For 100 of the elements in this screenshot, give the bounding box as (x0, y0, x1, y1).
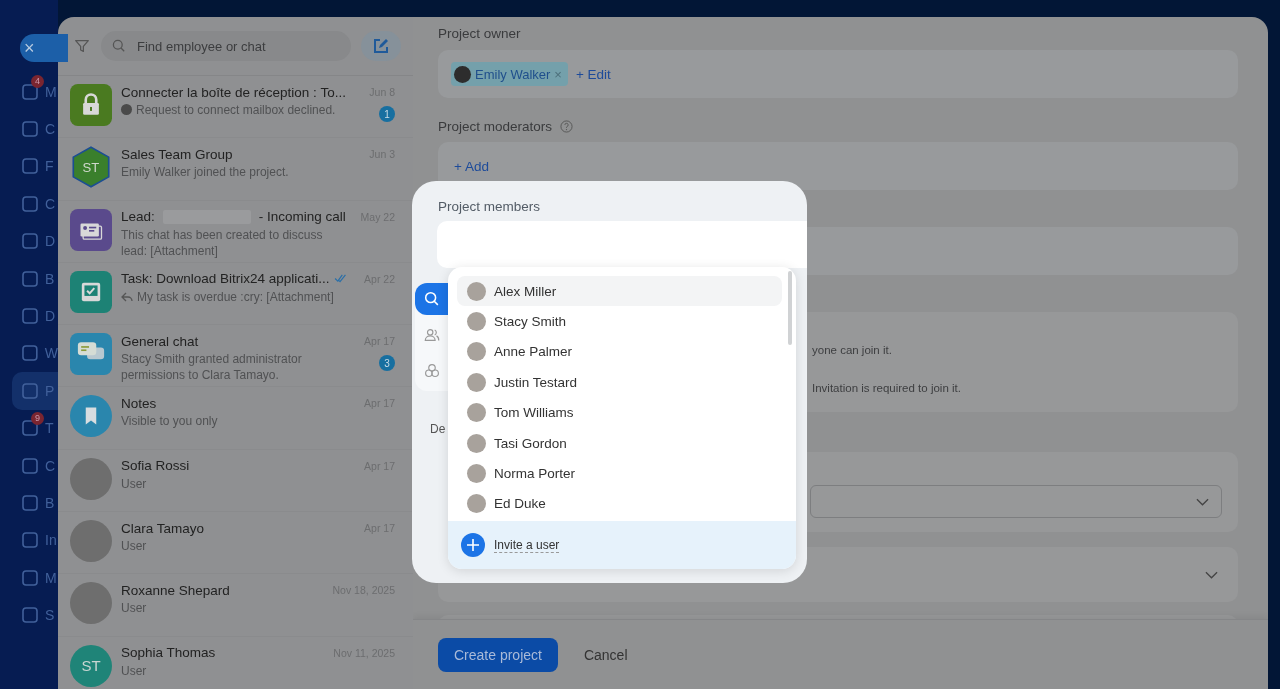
chat-preview: This chat has been created to discuss lead: [Attachment] (121, 226, 324, 259)
sidebar-item[interactable]: In (0, 521, 58, 560)
avatar (467, 403, 486, 423)
user-option[interactable]: Anne Palmer (457, 336, 782, 368)
field-label: De (430, 422, 446, 436)
chat-bubbles-avatar-icon (70, 333, 112, 376)
help-icon[interactable] (560, 119, 574, 133)
plus-icon (461, 533, 485, 557)
sidebar-item[interactable]: F (0, 147, 58, 186)
scrollbar[interactable] (788, 271, 792, 345)
sidebar-item[interactable]: M 4 (0, 73, 58, 111)
chat-preview: User (121, 662, 147, 679)
user-option[interactable]: Norma Porter (457, 458, 782, 489)
chat-title: General chat (121, 333, 199, 349)
avatar (467, 281, 486, 301)
app-icon (20, 193, 40, 214)
app-icon (20, 343, 40, 364)
chat-title: - Incoming call (258, 209, 346, 225)
members-input-field[interactable] (437, 221, 807, 268)
search-box[interactable]: Find employee or chat (101, 31, 351, 61)
sidebar-item[interactable]: T 9 (0, 409, 58, 447)
edit-link[interactable]: + Edit (575, 66, 611, 82)
people-icon (422, 326, 441, 344)
chevron-down-icon (1196, 497, 1209, 506)
notification-badge: 4 (31, 75, 44, 88)
chat-title: Task: Download Bitrix24 applicati... (121, 271, 330, 287)
app-icon (20, 119, 40, 140)
avatar (70, 582, 112, 625)
invite-user-button[interactable]: Invite a user (448, 521, 796, 569)
sidebar-item[interactable]: S (0, 596, 58, 634)
avatar (70, 457, 112, 500)
user-option[interactable]: Ed Duke (457, 488, 782, 520)
chat-title: Sales Team Group (121, 146, 233, 162)
app-icon (20, 605, 40, 626)
option-description: Invitation is required to join it. (812, 382, 962, 394)
sidebar-item[interactable]: C (0, 446, 58, 485)
task-avatar-icon (70, 270, 112, 313)
chat-title: Notes (121, 396, 157, 411)
sidebar-item[interactable]: D (0, 222, 58, 260)
field-label: Project members (438, 199, 541, 214)
chat-title: Lead: (121, 209, 155, 225)
search-field[interactable]: Find employee or chat (135, 37, 339, 55)
initials-avatar: ST (70, 644, 112, 687)
chat-preview: Visible to you only (121, 413, 218, 430)
user-option[interactable]: Alex Miller (457, 276, 782, 307)
avatar (467, 494, 486, 514)
sidebar-item[interactable]: D (0, 297, 58, 335)
user-option[interactable]: Stacy Smith (457, 306, 782, 337)
add-link[interactable]: + Add (454, 158, 489, 174)
field-label: Project owner (438, 26, 522, 42)
chat-title: Connecter la boîte de réception : To... (121, 84, 346, 100)
chat-preview: My task is overdue :cry: [Attachment] (137, 288, 334, 305)
app-icon (20, 493, 40, 513)
unread-counter: 3 (379, 355, 395, 372)
avatar (467, 464, 486, 484)
app-icon (20, 455, 40, 476)
chat-title: Sofia Rossi (121, 458, 190, 474)
picker-tab[interactable] (415, 283, 448, 315)
chat-title: Roxanne Shepard (121, 582, 230, 598)
sidebar-item[interactable]: C (0, 185, 58, 223)
compose-button[interactable] (361, 31, 401, 61)
chat-preview: Request to connect mailbox declined. (136, 102, 336, 118)
dropdown-select[interactable] (810, 485, 1222, 518)
sidebar-item[interactable]: W (0, 334, 58, 373)
user-option[interactable]: Justin Testard (457, 367, 782, 398)
option-description: yone can join it. (812, 344, 893, 356)
chat-preview: User (121, 475, 147, 492)
chat-preview: User (121, 600, 147, 617)
app-icon (20, 306, 40, 327)
edit-icon (371, 36, 391, 56)
chevron-down-icon (1205, 570, 1218, 579)
cancel-button[interactable]: Cancel (565, 637, 646, 672)
app-icon (20, 567, 40, 588)
user-chip: Emily Walker × (451, 62, 568, 86)
unread-counter: 1 (379, 106, 395, 122)
close-button[interactable]: × (20, 34, 68, 62)
notification-badge: 9 (31, 411, 44, 425)
chat-title: Sophia Thomas (121, 645, 216, 661)
sidebar-item[interactable]: M (0, 559, 58, 597)
user-option[interactable]: Tom Williams (457, 397, 782, 428)
avatar (467, 433, 486, 453)
sidebar-item[interactable]: B (0, 484, 58, 522)
lock-avatar-icon (70, 84, 112, 126)
app-icon (20, 380, 40, 401)
chat-preview: Stacy Smith granted administrator permissions to Clara Tamayo. (121, 351, 303, 384)
search-icon (422, 290, 441, 308)
contact-card-avatar-icon (70, 208, 112, 251)
filter-icon[interactable] (73, 37, 91, 55)
avatar (70, 520, 112, 563)
chat-preview: Emily Walker joined the project. (121, 164, 289, 181)
avatar (467, 312, 486, 332)
chat-title: Clara Tamayo (121, 520, 205, 536)
circles-icon (422, 362, 441, 380)
create-project-button[interactable]: Create project (438, 637, 558, 672)
chat-preview: User (121, 538, 147, 555)
sidebar-item[interactable]: C (0, 110, 58, 148)
field-label: Project moderators (438, 118, 553, 134)
app-icon (20, 268, 40, 289)
sidebar-item[interactable]: B (0, 259, 58, 298)
user-option[interactable]: Tasi Gordon (457, 427, 782, 459)
